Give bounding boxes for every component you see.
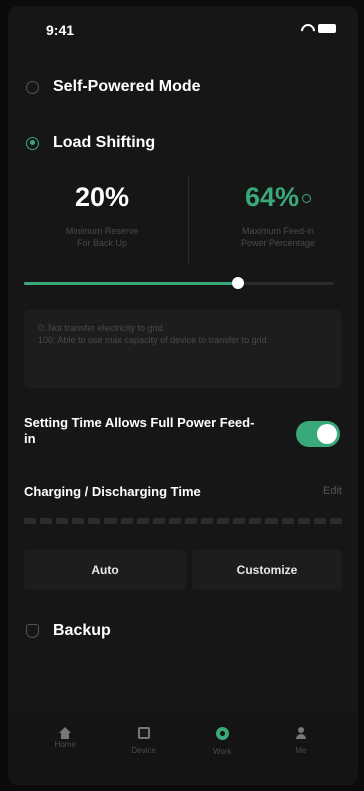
maximum-feed-in-label-line1: Maximum Feed-in [241,226,315,236]
note-line-2: 100: Able to use max capacity of device … [38,335,270,345]
mode-self-powered[interactable]: Self-Powered Mode [8,72,358,102]
timeline-slot [217,518,230,524]
feed-in-note: 0: Not transfer electricity to grid. 100… [24,310,342,388]
timeline-slot [104,518,117,524]
status-time: 9:41 [46,22,75,38]
timeline-slot [88,518,101,524]
radio-selected-icon [26,136,39,150]
timeline-slot [249,518,262,524]
minimum-reserve: 20% Minimum Reserve For Back Up [22,172,182,249]
timeline-slot [201,518,214,524]
home-icon [59,727,72,739]
charging-time-header: Charging / Discharging Time Edit [24,484,342,504]
maximum-feed-in-number: 64% [244,182,300,212]
timeline-slot [168,518,181,524]
timeline-slot [24,518,37,524]
battery-icon [318,24,336,33]
tab-bar: Home Device Work Me [8,711,358,785]
work-icon [215,727,229,740]
auto-button[interactable]: Auto [24,550,186,590]
feed-in-slider[interactable] [24,276,334,292]
timeline-slot [329,518,342,524]
toggle-knob [317,424,337,444]
timeline-slot [72,518,85,524]
info-icon[interactable] [302,194,312,204]
timeline-slot [184,518,198,524]
minimum-reserve-label-line1: Minimum Reserve [65,226,139,236]
timeline-slot [265,518,278,524]
reserve-feed-panel: 20% Minimum Reserve For Back Up 64% Maxi… [22,172,344,272]
tab-work[interactable]: Work [192,711,252,785]
customize-button[interactable]: Customize [192,550,342,590]
person-icon [295,727,307,739]
status-bar: 9:41 [8,6,358,46]
maximum-feed-in-label: Maximum Feed-in Power Percentage [198,225,358,249]
mode-load-shifting[interactable]: Load Shifting [8,128,358,158]
maximum-feed-in: 64% Maximum Feed-in Power Percentage [198,172,358,249]
mode-self-powered-label: Self-Powered Mode [53,78,201,95]
maximum-feed-in-label-line2: Power Percentage [240,238,316,248]
mode-backup[interactable]: Backup [8,616,358,646]
timeline-slot [281,518,294,524]
minimum-reserve-value: 20% [74,182,130,212]
slider-fill [24,282,238,285]
tab-home-label: Home [54,740,76,749]
divider [188,176,189,264]
timeline-slot [40,518,53,524]
timeline-slot [152,518,165,524]
app-screen: 9:41 Self-Powered Mode Load Shifting 20%… [8,6,358,785]
shield-icon [26,624,39,638]
timeline-slot [120,518,133,524]
full-power-label: Setting Time Allows Full Power Feed-in [24,415,255,446]
tab-work-label: Work [212,747,232,756]
timeline-slot [313,518,326,524]
timeline-slot [233,518,246,524]
note-line-1: 0: Not transfer electricity to grid. [38,323,166,333]
mode-backup-label: Backup [53,622,111,639]
timeline-slot [297,518,310,524]
charging-timeline [24,518,342,528]
charging-time-label: Charging / Discharging Time [24,484,201,499]
mode-load-shifting-label: Load Shifting [53,134,156,151]
tab-me-label: Me [295,746,307,755]
tab-me[interactable]: Me [271,711,331,785]
tab-home[interactable]: Home [35,711,95,785]
timeline-slot [56,518,69,524]
minimum-reserve-label: Minimum Reserve For Back Up [22,225,182,249]
wifi-icon [300,24,312,33]
timeline-slot [136,518,149,524]
status-icons [300,24,336,33]
full-power-toggle[interactable] [296,421,340,447]
device-icon [137,727,150,739]
edit-button[interactable]: Edit [323,485,342,497]
slider-thumb[interactable] [231,277,244,289]
radio-icon [26,80,39,94]
maximum-feed-in-value: 64% [198,182,358,213]
tab-device-label: Device [131,746,156,755]
tab-device[interactable]: Device [114,711,174,785]
minimum-reserve-label-line2: For Back Up [76,238,127,248]
full-power-setting: Setting Time Allows Full Power Feed-in [22,413,342,453]
